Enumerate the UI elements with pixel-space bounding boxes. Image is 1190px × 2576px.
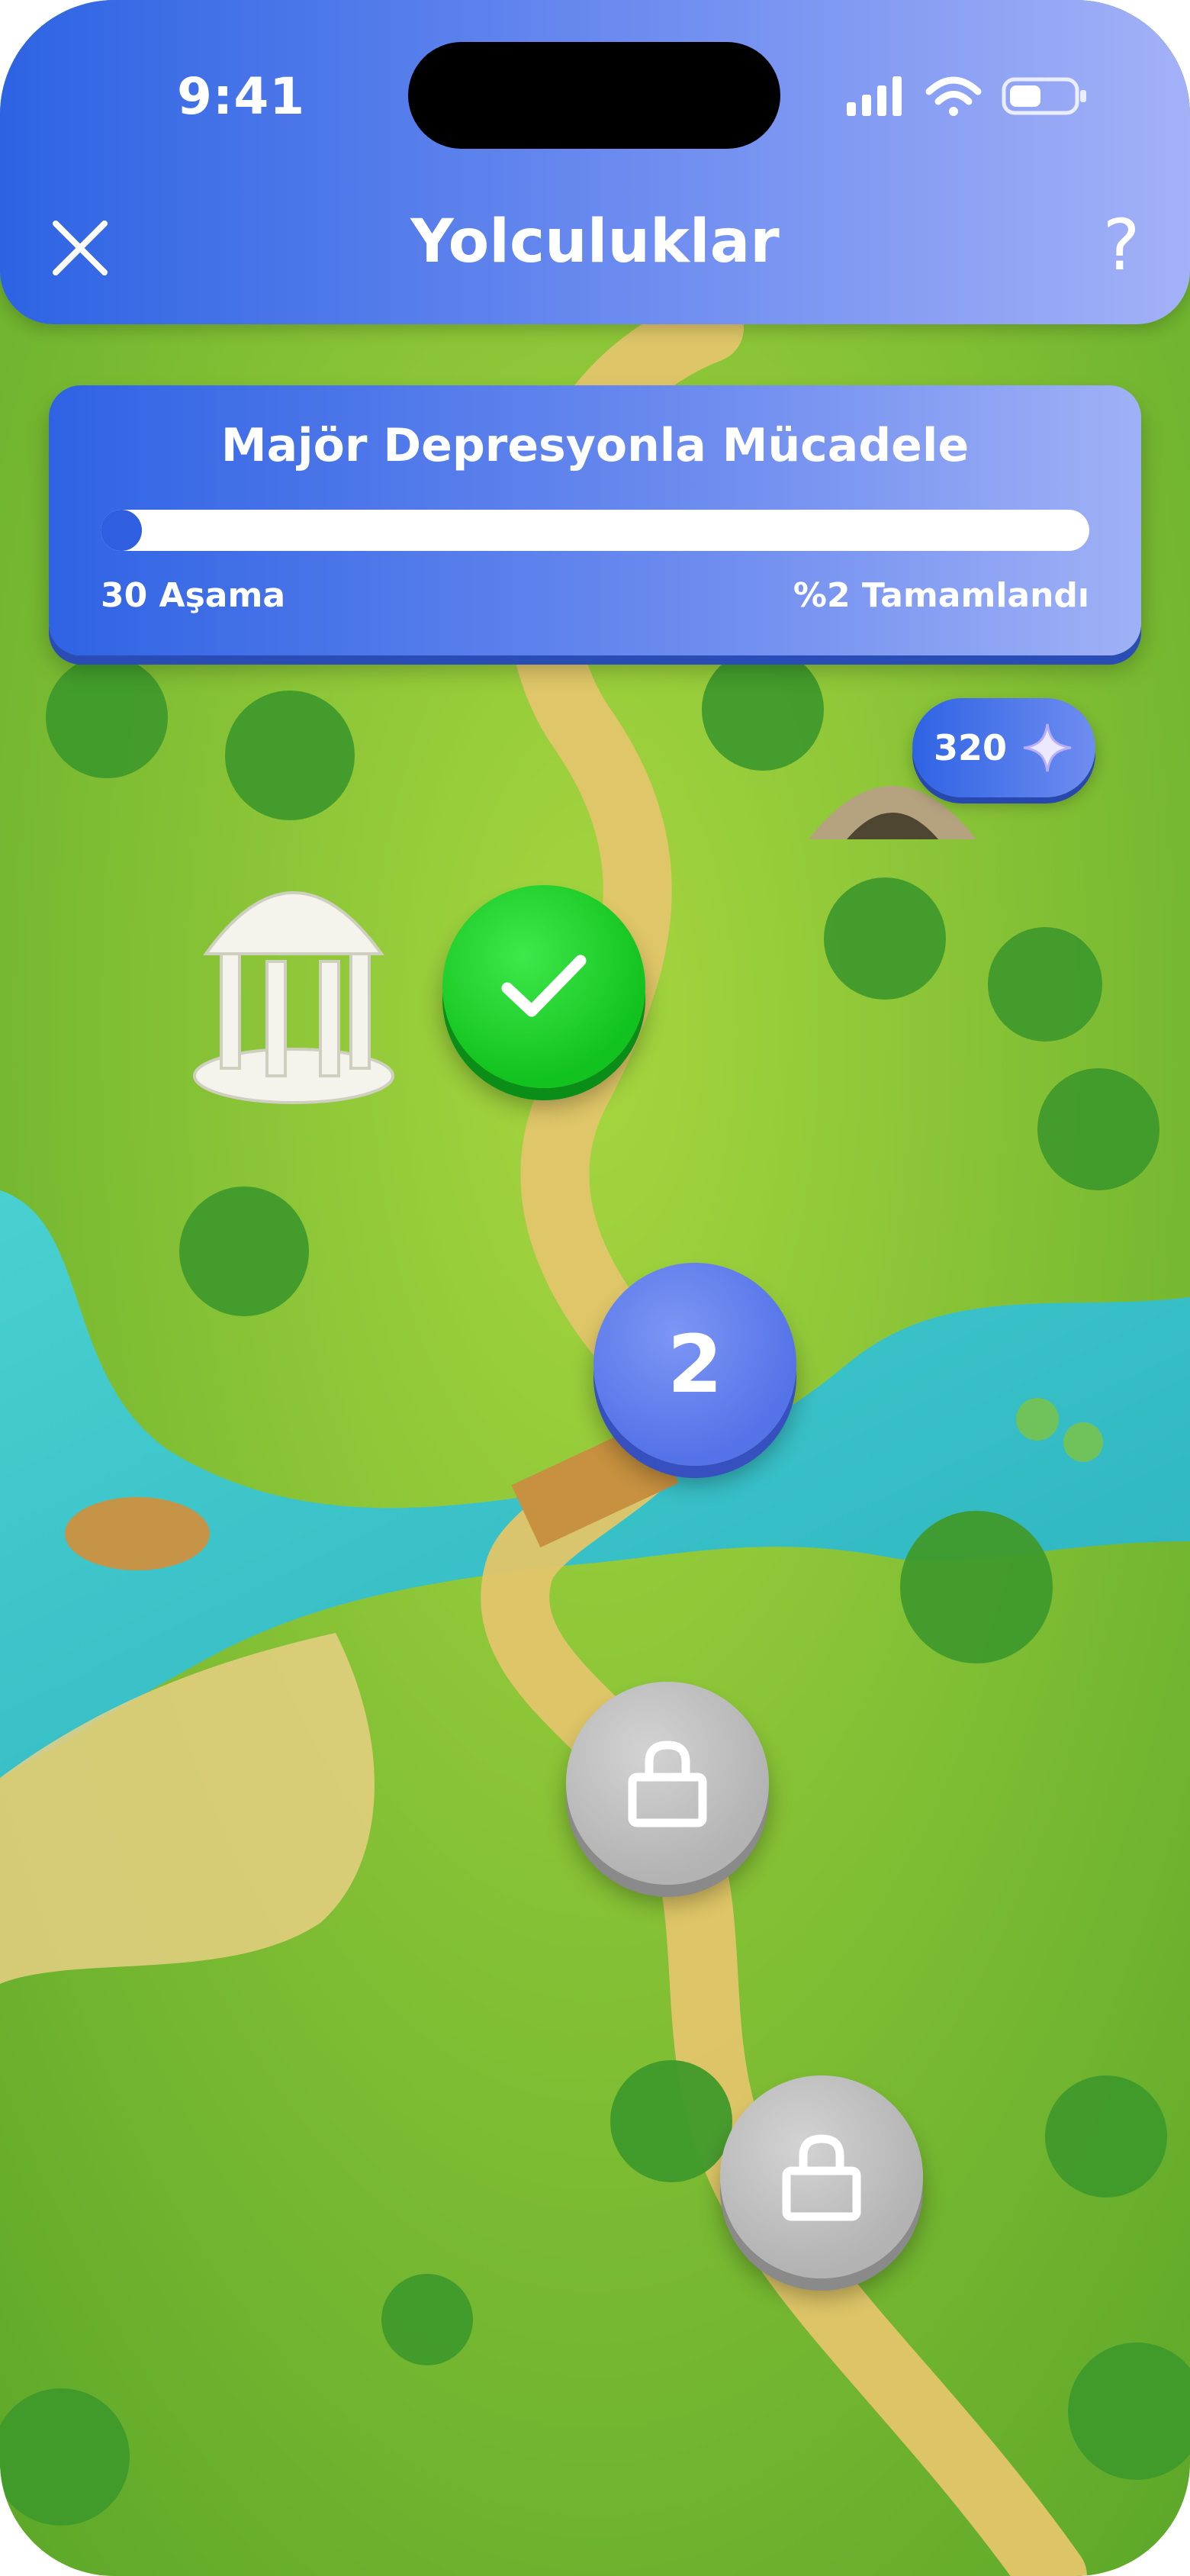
sparkle-icon xyxy=(1023,723,1072,772)
progress-bar-fill xyxy=(101,510,142,551)
level-1-completed-node[interactable] xyxy=(442,885,645,1088)
battery-icon xyxy=(1002,77,1086,115)
page-title: Yolculuklar xyxy=(410,208,780,276)
progress-bar xyxy=(101,510,1089,551)
dynamic-island xyxy=(408,42,780,149)
journey-title: Majör Depresyonla Mücadele xyxy=(220,419,970,472)
status-icons xyxy=(847,76,1086,116)
stage-count: 30 Aşama xyxy=(101,576,286,615)
help-button[interactable]: ? xyxy=(1083,200,1159,291)
journey-screen: 9:41 Yolculuklar ? Majör Depresyonla Müc… xyxy=(0,0,1190,2576)
signal-icon xyxy=(847,76,902,116)
level-number: 2 xyxy=(667,1318,723,1411)
level-4-locked-node[interactable] xyxy=(720,2075,923,2278)
level-3-locked-node[interactable] xyxy=(566,1682,769,1885)
top-app-bar: 9:41 Yolculuklar ? xyxy=(0,0,1190,324)
journey-progress-card: Majör Depresyonla Mücadele 30 Aşama %2 T… xyxy=(49,385,1141,655)
completion-percent: %2 Tamamlandı xyxy=(793,576,1089,615)
points-badge[interactable]: 320 xyxy=(912,698,1095,797)
lock-icon xyxy=(628,1740,707,1827)
lock-icon xyxy=(782,2134,861,2221)
wifi-icon xyxy=(925,76,982,116)
check-icon xyxy=(501,955,587,1017)
level-2-current-node[interactable]: 2 xyxy=(593,1263,796,1466)
status-time: 9:41 xyxy=(177,67,306,126)
points-value: 320 xyxy=(933,727,1008,768)
